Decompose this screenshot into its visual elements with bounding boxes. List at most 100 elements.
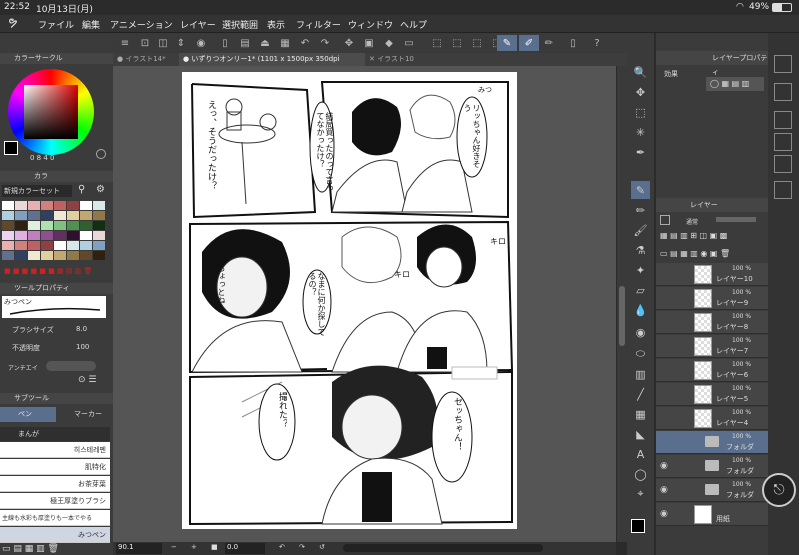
layer-row[interactable]: ◉ 用紙 bbox=[656, 503, 768, 526]
brush-item[interactable]: 極王厚塗りブラシ bbox=[0, 493, 110, 509]
antialias-selector[interactable] bbox=[46, 361, 96, 371]
pencil-tool-icon[interactable]: ✏ bbox=[631, 201, 650, 219]
color-swatch[interactable] bbox=[93, 241, 105, 250]
pen-mode-icon[interactable]: ✎ bbox=[497, 35, 517, 51]
menu-filter[interactable]: フィルター bbox=[296, 18, 341, 31]
pen-tool-icon[interactable]: ✎ bbox=[631, 181, 650, 199]
menu-edit[interactable]: 編集 bbox=[82, 18, 100, 31]
text-tool-icon[interactable]: A bbox=[631, 445, 650, 463]
reset-rotation-icon[interactable]: ↺ bbox=[319, 543, 325, 551]
layer-view-icon[interactable] bbox=[660, 215, 670, 225]
color-swatch[interactable] bbox=[15, 211, 27, 220]
color-swatch[interactable] bbox=[28, 231, 40, 240]
menu-help[interactable]: ヘルプ bbox=[400, 18, 427, 31]
rotate-left-icon[interactable]: ↶ bbox=[279, 543, 285, 551]
tool-main-color[interactable] bbox=[631, 519, 645, 533]
layer-row[interactable]: 100 % レイヤー4 bbox=[656, 407, 768, 430]
transform-icon[interactable]: ✥ bbox=[341, 35, 357, 51]
color-swatch[interactable] bbox=[93, 251, 105, 260]
color-swatch[interactable] bbox=[41, 251, 53, 260]
visibility-icon[interactable]: ◉ bbox=[660, 485, 668, 495]
color-swatch[interactable] bbox=[15, 251, 27, 260]
effect-buttons[interactable]: ◯ ▦ ▤ ▥ bbox=[706, 77, 764, 91]
saturation-square[interactable] bbox=[24, 85, 78, 139]
brush-size-value[interactable]: 8.0 bbox=[76, 325, 87, 333]
opacity-value[interactable]: 100 bbox=[76, 343, 89, 351]
color-swatch[interactable] bbox=[93, 221, 105, 230]
color-swatch[interactable] bbox=[67, 231, 79, 240]
brush-item[interactable]: 히스테레펜 bbox=[0, 442, 110, 458]
record-icon[interactable]: ◉ bbox=[193, 35, 209, 51]
device-icon[interactable]: ▯ bbox=[565, 35, 581, 51]
color-swatch[interactable] bbox=[41, 221, 53, 230]
color-swatch[interactable] bbox=[54, 211, 66, 220]
color-swatch[interactable] bbox=[67, 211, 79, 220]
color-swatch[interactable] bbox=[2, 251, 14, 260]
eraser-icon[interactable]: ▱ bbox=[631, 281, 650, 299]
brush-tool-icon[interactable]: 🖌 bbox=[631, 221, 650, 239]
edge-keyboard-icon[interactable]: ⎋ bbox=[762, 473, 796, 507]
redo-icon[interactable]: ↷ bbox=[317, 35, 333, 51]
balloon-icon[interactable]: ◯ bbox=[631, 465, 650, 483]
color-set-select[interactable]: 新規カラーセット bbox=[2, 185, 72, 197]
layer-row[interactable]: 100 % レイヤー10 bbox=[656, 263, 768, 286]
layer-folder[interactable]: ◉ 100 % フォルダ bbox=[656, 455, 768, 478]
hand-tool-icon[interactable]: ✥ bbox=[631, 83, 650, 101]
open-icon[interactable]: ▤ bbox=[237, 35, 253, 51]
save-icon[interactable]: ⏏ bbox=[257, 35, 273, 51]
rotate-right-icon[interactable]: ↷ bbox=[299, 543, 305, 551]
opacity-slider[interactable] bbox=[716, 217, 756, 222]
color-swatch[interactable] bbox=[80, 241, 92, 250]
color-swatch[interactable] bbox=[54, 241, 66, 250]
brush-item[interactable]: 主線も水彩も厚塗りも一本でやる bbox=[0, 510, 110, 526]
color-swatch[interactable] bbox=[28, 201, 40, 210]
color-swatch[interactable] bbox=[54, 231, 66, 240]
zoom-tool-icon[interactable]: 🔍 bbox=[631, 63, 650, 81]
correct-line-icon[interactable]: ⌖ bbox=[631, 485, 650, 503]
manga-page[interactable]: えっ、そうだったけ？ 結局買ったのって言ってなかったけ？ みつ リッちゃん好きそ… bbox=[182, 72, 517, 529]
help-icon[interactable]: ? bbox=[589, 35, 605, 51]
tab-document-active[interactable]: ● いずりつオンリー1* (1101 x 1500px 350dpi 90.1%… bbox=[179, 53, 365, 76]
color-swatch[interactable] bbox=[41, 241, 53, 250]
color-swatch[interactable] bbox=[80, 251, 92, 260]
menu-view[interactable]: 表示 bbox=[267, 18, 285, 31]
color-swatch[interactable] bbox=[28, 251, 40, 260]
color-swatch[interactable] bbox=[80, 221, 92, 230]
color-swatch[interactable] bbox=[41, 201, 53, 210]
color-swatch[interactable] bbox=[54, 251, 66, 260]
color-swatch[interactable] bbox=[15, 201, 27, 210]
app-logo-icon[interactable]: ຯ bbox=[8, 15, 17, 29]
tab-marker[interactable]: マーカー bbox=[56, 407, 108, 422]
color-swatch[interactable] bbox=[67, 251, 79, 260]
tab-document[interactable]: ✕ イラスト10 bbox=[365, 53, 425, 66]
airbrush-icon[interactable]: ⚗ bbox=[631, 241, 650, 259]
fill-icon[interactable]: ◆ bbox=[381, 35, 397, 51]
color-swatch[interactable] bbox=[67, 201, 79, 210]
color-swatch[interactable] bbox=[2, 221, 14, 230]
color-swatch[interactable] bbox=[80, 231, 92, 240]
layer-toolbar[interactable]: ▦ ▤ ▥ ⊞ ◫ ▣ ▩ bbox=[660, 231, 727, 240]
layer-row[interactable]: 100 % レイヤー5 bbox=[656, 383, 768, 406]
menu-file[interactable]: ファイル bbox=[38, 18, 74, 31]
dock-layers-icon[interactable] bbox=[774, 133, 792, 151]
main-color-swatch[interactable] bbox=[4, 141, 18, 155]
eyedropper-icon[interactable]: ✒ bbox=[631, 143, 650, 161]
color-swatch[interactable] bbox=[15, 221, 27, 230]
color-swatch[interactable] bbox=[41, 211, 53, 220]
color-swatch[interactable] bbox=[2, 211, 14, 220]
angle-field[interactable]: 0.0 bbox=[225, 543, 265, 554]
zoom-field[interactable]: 90.1 bbox=[116, 543, 162, 554]
selection-tool-icon[interactable]: ⬚ bbox=[631, 103, 650, 121]
color-swatch[interactable] bbox=[28, 211, 40, 220]
layer-row[interactable]: 100 % レイヤー7 bbox=[656, 335, 768, 358]
layer-folder[interactable]: 100 % フォルダ bbox=[656, 431, 768, 454]
clear-icon[interactable]: ▭ bbox=[401, 35, 417, 51]
crop-icon[interactable]: ⬚ bbox=[469, 35, 485, 51]
magic-wand-icon[interactable]: ✳ bbox=[631, 123, 650, 141]
hamburger-icon[interactable]: ≡ bbox=[117, 35, 133, 51]
undo-icon[interactable]: ↶ bbox=[297, 35, 313, 51]
layer-actions[interactable]: ▭ ▤ ▦ ▥ ◉ ▣ 🗑 bbox=[660, 249, 730, 258]
fill-tool-icon[interactable]: ◉ bbox=[631, 323, 650, 341]
tab-document[interactable]: ● イラスト14* bbox=[113, 53, 179, 66]
color-swatch[interactable] bbox=[80, 211, 92, 220]
